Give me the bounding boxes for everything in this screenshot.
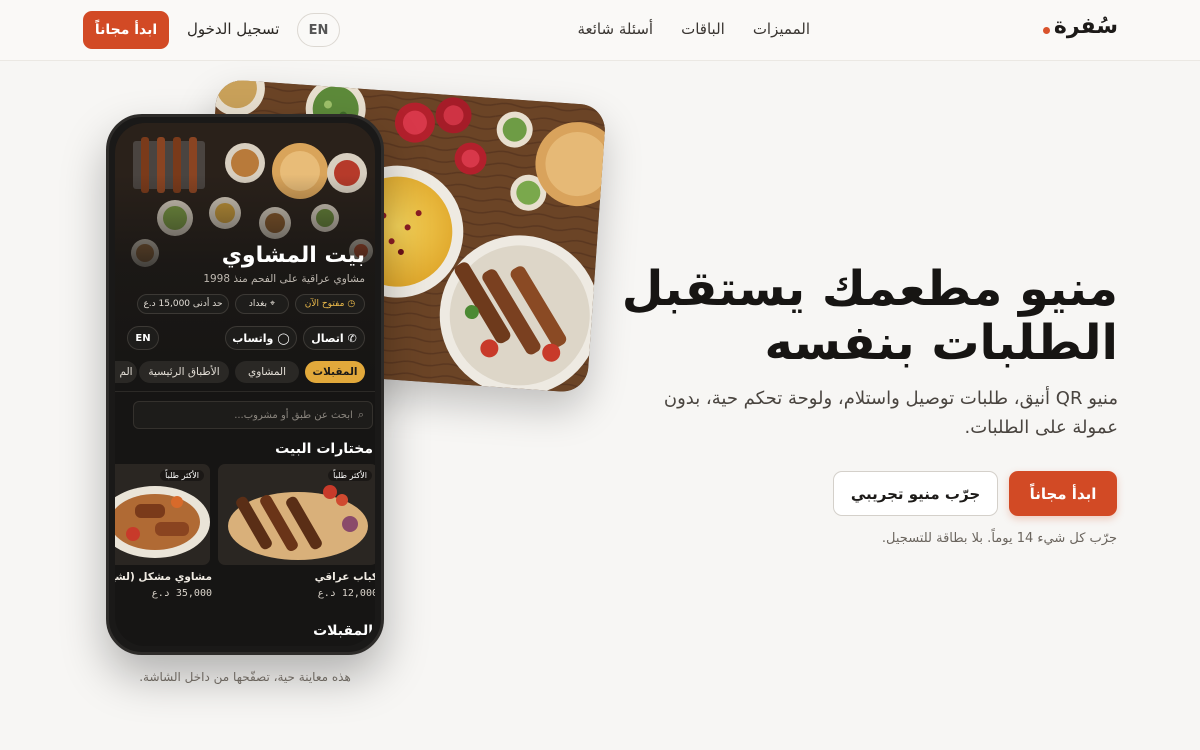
category-tab-grills[interactable]: المشاوي (235, 361, 299, 383)
nav-links: المميزات الباقات أسئلة شائعة (577, 20, 810, 38)
hero-demo-menu-button[interactable]: جرّب منيو تجريبي (833, 471, 998, 516)
dish-name: كباب عراقي (314, 571, 375, 583)
whatsapp-button-label: واتساب (232, 331, 274, 345)
dish-price: 12,000 د.ع (317, 588, 375, 599)
dish-card-image[interactable]: الأكثر طلباً (218, 464, 375, 565)
section-title-featured: مختارات البيت (275, 441, 373, 457)
nav-link-pricing[interactable]: الباقات (681, 20, 725, 38)
whatsapp-button[interactable]: ◯ واتساب (225, 326, 297, 350)
whatsapp-icon: ◯ (277, 331, 290, 345)
top-navbar: سُفرة المميزات الباقات أسئلة شائعة EN تس… (0, 0, 1200, 61)
dish-name: مشاوي مشكل (لشخ (115, 571, 212, 583)
location-pin-icon: ⌖ (270, 299, 276, 309)
category-tab-mains[interactable]: الأطباق الرئيسية (139, 361, 229, 383)
status-chip-open: ◷ مفتوح الآن (295, 294, 365, 314)
brand-dot-icon (1042, 27, 1050, 34)
category-tab-more[interactable]: الم (115, 361, 137, 383)
brand-name: سُفرة (1053, 14, 1118, 39)
menu-search-input[interactable]: ⌕ ابحث عن طبق أو مشروب... (133, 401, 373, 429)
location-chip: ⌖ بغداد (235, 294, 289, 314)
dish-badge-bestseller: الأكثر طلباً (328, 470, 372, 481)
status-chip-open-label: مفتوح الآن (304, 299, 345, 309)
restaurant-name: بيت المشاوي (221, 243, 365, 268)
search-icon: ⌕ (357, 408, 364, 421)
nav-link-features[interactable]: المميزات (753, 20, 810, 38)
nav-start-free-button[interactable]: ابدأ مجاناً (83, 11, 169, 49)
restaurant-tagline: مشاوي عراقية على الفحم منذ 1998 (203, 273, 365, 285)
hero-title: منيو مطعمك يستقبل الطلبات بنفسه (598, 261, 1119, 371)
category-tab-appetizers[interactable]: المقبلات (305, 361, 365, 383)
dish-card-image[interactable]: الأكثر طلباً (115, 464, 210, 565)
brand-logo[interactable]: سُفرة (1042, 14, 1118, 39)
dish-price: 35,000 د.ع (151, 588, 212, 599)
hero-subtitle: منيو QR أنيق، طلبات توصيل واستلام، ولوحة… (663, 388, 1118, 438)
min-order-chip-label: حد أدنى 15,000 د.ع (143, 299, 223, 309)
call-button-label: اتصال (311, 331, 344, 345)
nav-link-faq[interactable]: أسئلة شائعة (577, 20, 653, 38)
language-toggle-button[interactable]: EN (297, 13, 340, 47)
phone-preview-caption: هذه معاينة حية، تصفّحها من داخل الشاشة. (139, 670, 351, 684)
hero-title-line-2: الطلبات بنفسه (764, 315, 1118, 371)
clock-icon: ◷ (347, 299, 356, 309)
phone-icon: ✆ (347, 331, 357, 345)
hero-title-line-1: منيو مطعمك يستقبل (621, 261, 1119, 317)
hero-start-free-button[interactable]: ابدأ مجاناً (1009, 471, 1117, 516)
phone-mockup: بيت المشاوي مشاوي عراقية على الفحم منذ 1… (106, 114, 384, 655)
login-link[interactable]: تسجيل الدخول (187, 20, 279, 38)
section-title-appetizers: المقبلات (313, 623, 373, 639)
phone-language-button[interactable]: EN (127, 326, 159, 350)
hero-trial-note: جرّب كل شيء 14 يوماً. بلا بطاقة للتسجيل. (881, 531, 1117, 546)
min-order-chip: حد أدنى 15,000 د.ع (137, 294, 229, 314)
menu-search-placeholder: ابحث عن طبق أو مشروب... (234, 409, 353, 421)
phone-screen[interactable]: بيت المشاوي مشاوي عراقية على الفحم منذ 1… (115, 123, 375, 646)
call-button[interactable]: ✆ اتصال (303, 326, 365, 350)
phone-divider (115, 391, 375, 392)
location-chip-label: بغداد (248, 299, 268, 309)
dish-badge-bestseller: الأكثر طلباً (160, 470, 204, 481)
